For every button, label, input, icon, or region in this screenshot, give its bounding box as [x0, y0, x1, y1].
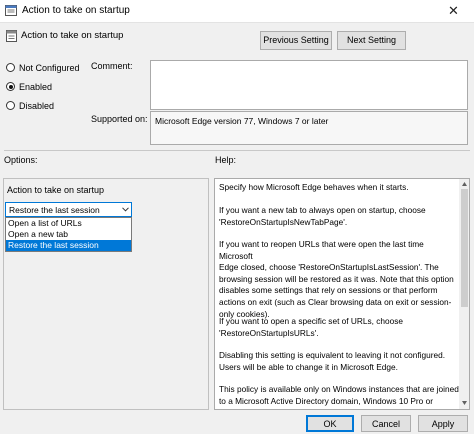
window-title: Action to take on startup	[22, 5, 130, 16]
startup-action-label: Action to take on startup	[7, 185, 105, 195]
help-paragraph-5: Disabling this setting is equivalent to …	[219, 350, 459, 373]
help-paragraph-2: If you want a new tab to always open on …	[219, 205, 459, 228]
radio-disabled[interactable]	[6, 101, 15, 110]
page-title: Action to take on startup	[21, 30, 124, 41]
section-divider	[4, 150, 470, 151]
next-setting-button[interactable]: Next Setting	[337, 31, 406, 50]
chevron-down-icon	[122, 207, 129, 212]
help-paragraph-4: If you want to open a specific set of UR…	[219, 316, 459, 339]
comment-label: Comment:	[91, 61, 133, 71]
help-label: Help:	[215, 155, 237, 165]
help-line: Disabling this setting is equivalent to …	[219, 350, 445, 360]
scroll-up-icon[interactable]	[462, 182, 467, 186]
help-line: Users will be able to change it in Micro…	[219, 361, 398, 372]
startup-action-dropdown[interactable]: Restore the last session	[5, 202, 132, 217]
startup-action-options-list: Open a list of URLs Open a new tab Resto…	[5, 217, 132, 252]
help-paragraph-3: If you want to reopen URLs that were ope…	[219, 239, 459, 320]
help-scrollbar[interactable]	[459, 179, 469, 409]
supported-on-label: Supported on:	[91, 114, 148, 124]
policy-icon	[6, 30, 17, 42]
supported-on-value: Microsoft Edge version 77, Windows 7 or …	[150, 111, 468, 145]
dropdown-option-restore-session[interactable]: Restore the last session	[6, 240, 131, 251]
ok-button[interactable]: OK	[306, 415, 354, 432]
scroll-down-icon[interactable]	[462, 401, 467, 405]
help-line: If you want to reopen URLs that were ope…	[219, 239, 424, 261]
help-paragraph-6: This policy is available only on Windows…	[219, 384, 459, 407]
radio-selected-dot	[8, 84, 13, 89]
help-line: If you want a new tab to always open on …	[219, 205, 426, 215]
help-panel: Specify how Microsoft Edge behaves when …	[214, 178, 470, 410]
dropdown-selected-value: Restore the last session	[9, 205, 100, 215]
scrollbar-thumb[interactable]	[461, 189, 468, 307]
apply-button[interactable]: Apply	[418, 415, 468, 432]
options-label: Options:	[4, 155, 38, 165]
radio-enabled[interactable]	[6, 82, 15, 91]
help-line: Edge closed, choose 'RestoreOnStartupIsL…	[219, 262, 439, 273]
previous-setting-button[interactable]: Previous Setting	[260, 31, 332, 50]
close-icon[interactable]: ✕	[448, 3, 459, 19]
radio-label-enabled: Enabled	[19, 82, 53, 92]
help-line: If you want to open a specific set of UR…	[219, 316, 404, 326]
dropdown-option-open-urls[interactable]: Open a list of URLs	[6, 218, 131, 229]
help-line: 'RestoreOnStartupIsURLs'.	[219, 327, 319, 338]
help-line: 'RestoreOnStartupIsNewTabPage'.	[219, 216, 348, 227]
radio-label-disabled: Disabled	[19, 101, 55, 111]
policy-icon	[5, 5, 17, 16]
help-line: actions on exit (such as Clear browsing …	[219, 296, 452, 307]
help-line: to a Microsoft Active Directory domain, …	[219, 395, 433, 406]
comment-input[interactable]	[150, 60, 468, 110]
cancel-button[interactable]: Cancel	[361, 415, 411, 432]
dropdown-option-new-tab[interactable]: Open a new tab	[6, 229, 131, 240]
radio-label-not-configured: Not Configured	[19, 63, 80, 73]
help-paragraph-1: Specify how Microsoft Edge behaves when …	[219, 182, 459, 194]
help-line: browsing session will be restored as it …	[219, 273, 454, 284]
help-line: This policy is available only on Windows…	[219, 384, 459, 394]
radio-not-configured[interactable]	[6, 63, 15, 72]
help-line: Specify how Microsoft Edge behaves when …	[219, 182, 409, 192]
help-line: disables some settings that rely on sess…	[219, 285, 438, 296]
